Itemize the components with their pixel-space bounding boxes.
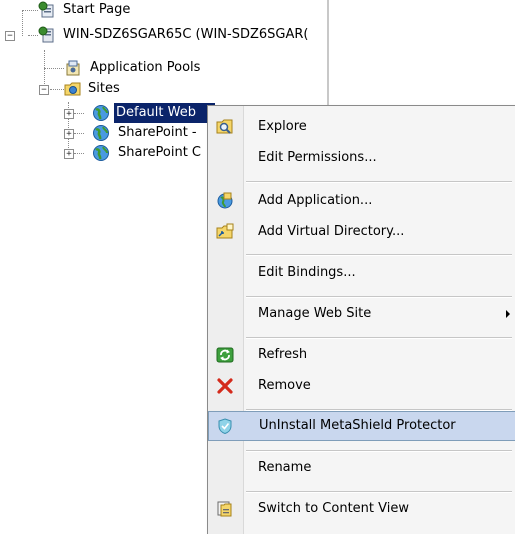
collapse-icon[interactable]: − <box>39 85 49 95</box>
expand-icon[interactable]: + <box>64 149 74 159</box>
expand-icon[interactable]: + <box>64 129 74 139</box>
menu-item-manage-web-site[interactable]: Manage Web Site <box>208 299 515 329</box>
application-pools-icon <box>66 60 80 76</box>
add-virtual-directory-icon <box>216 223 234 239</box>
add-application-icon <box>217 192 233 209</box>
menu-separator <box>246 296 512 298</box>
menu-item-label: Edit Permissions... <box>258 150 377 165</box>
server-icon <box>38 26 54 43</box>
menu-item-label: Refresh <box>258 347 308 362</box>
menu-item-label: Explore <box>258 119 307 134</box>
menu-item-add-virtual-directory[interactable]: Add Virtual Directory... <box>208 217 515 247</box>
content-view-icon <box>217 501 232 517</box>
menu-item-label: Switch to Content View <box>258 501 409 516</box>
menu-item-edit-bindings[interactable]: Edit Bindings... <box>208 258 515 288</box>
sites-folder-icon <box>64 82 81 96</box>
menu-item-remove[interactable]: Remove <box>208 371 515 401</box>
menu-item-switch-to-content-view[interactable]: Switch to Content View <box>208 494 515 524</box>
menu-separator <box>246 491 512 493</box>
menu-item-edit-permissions[interactable]: Edit Permissions... <box>208 143 515 173</box>
tree-node-server[interactable]: − WIN-SDZ6SGAR65C (WIN-SDZ6SGAR( <box>0 25 328 45</box>
tree-node-label: WIN-SDZ6SGAR65C (WIN-SDZ6SGAR( <box>63 27 309 42</box>
menu-item-explore[interactable]: Explore <box>208 112 515 142</box>
menu-separator <box>246 181 512 183</box>
submenu-arrow-icon <box>506 310 510 318</box>
tree-node-label: Sites <box>88 81 120 96</box>
menu-separator <box>246 337 512 339</box>
tree-node-label: SharePoint - <box>118 125 197 140</box>
folder-search-icon <box>216 119 233 134</box>
menu-item-uninstall-metashield-protector[interactable]: UnInstall MetaShield Protector <box>208 411 515 441</box>
tree-node-sharepoint-1[interactable]: + SharePoint - <box>0 123 210 143</box>
shield-icon <box>218 418 232 435</box>
start-page-icon <box>38 1 54 18</box>
tree-node-start-page[interactable]: Start Page <box>0 0 320 20</box>
expand-icon[interactable]: + <box>64 109 74 119</box>
menu-separator <box>246 254 512 256</box>
remove-x-icon <box>217 378 233 394</box>
tree-node-label: SharePoint C <box>118 145 202 160</box>
globe-icon <box>93 125 109 141</box>
menu-item-refresh[interactable]: Refresh <box>208 340 515 370</box>
refresh-icon <box>216 347 234 363</box>
tree-node-label: Start Page <box>63 2 131 17</box>
menu-item-label: Edit Bindings... <box>258 265 356 280</box>
menu-item-label: Add Virtual Directory... <box>258 224 405 239</box>
tree-node-application-pools[interactable]: Application Pools <box>0 58 320 78</box>
globe-icon <box>93 145 109 161</box>
tree-node-sites[interactable]: − Sites <box>0 79 320 99</box>
menu-item-label: Add Application... <box>258 193 373 208</box>
tree-node-default-web-site[interactable]: + Default Web <box>0 103 215 123</box>
menu-item-label: Remove <box>258 378 311 393</box>
tree-node-label: Default Web <box>114 103 215 123</box>
globe-icon <box>93 105 109 121</box>
menu-item-add-application[interactable]: Add Application... <box>208 186 515 216</box>
menu-item-label: Manage Web Site <box>258 306 372 321</box>
menu-item-label: UnInstall MetaShield Protector <box>259 418 456 433</box>
context-menu: Explore Edit Permissions... Add Applicat… <box>207 105 515 534</box>
menu-separator <box>246 450 512 452</box>
menu-item-label: Rename <box>258 460 312 475</box>
menu-item-rename[interactable]: Rename <box>208 453 515 483</box>
tree-node-label: Application Pools <box>90 60 201 75</box>
tree-node-sharepoint-2[interactable]: + SharePoint C <box>0 143 210 163</box>
collapse-icon[interactable]: − <box>5 31 15 41</box>
